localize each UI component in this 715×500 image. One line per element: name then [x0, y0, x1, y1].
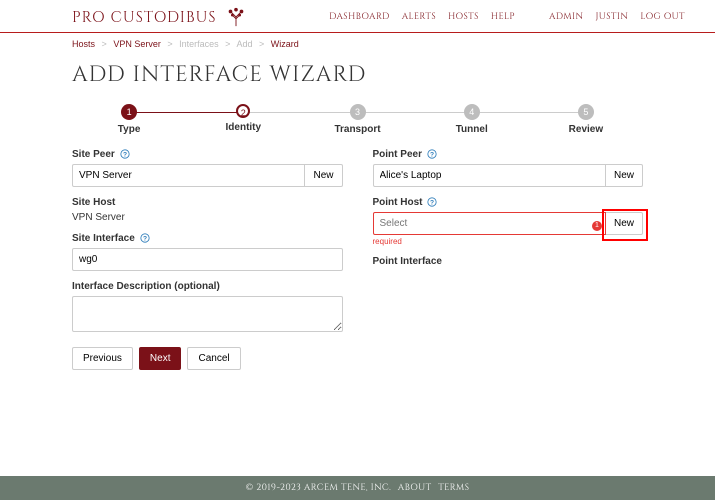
svg-text:?: ? [143, 236, 147, 243]
point-peer-new-button[interactable]: New [606, 164, 643, 187]
step-review[interactable]: 5 Review [529, 104, 643, 135]
point-host-label: Point Host ? [373, 197, 644, 208]
left-column: Site Peer ? New Site Host VPN Server Sit… [72, 149, 343, 370]
bc-interfaces: Interfaces [179, 39, 219, 49]
nav-user[interactable]: JUSTIN [595, 11, 628, 23]
breadcrumb: Hosts > VPN Server > Interfaces > Add > … [0, 33, 715, 49]
site-interface-label: Site Interface ? [72, 233, 343, 244]
svg-text:?: ? [430, 152, 434, 159]
nav-dashboard[interactable]: DASHBOARD [329, 11, 390, 23]
svg-text:?: ? [123, 152, 127, 159]
bc-add: Add [236, 39, 252, 49]
right-column: Point Peer ? New Point Host ? New requir… [373, 149, 644, 370]
bc-hosts[interactable]: Hosts [72, 39, 95, 49]
point-interface-label: Point Interface [373, 256, 644, 267]
step-transport[interactable]: 3 Transport [300, 104, 414, 135]
wizard-steps: 1 Type 2 Identity 3 Transport 4 Tunnel 5… [72, 104, 643, 135]
site-interface-input[interactable] [72, 248, 343, 271]
site-host-label: Site Host [72, 197, 343, 208]
help-icon[interactable]: ? [427, 197, 437, 207]
point-host-error: required [373, 237, 644, 246]
site-host-value: VPN Server [72, 212, 343, 223]
step-identity[interactable]: 2 Identity [186, 104, 300, 133]
help-icon[interactable]: ? [120, 149, 130, 159]
nav-admin[interactable]: ADMIN [549, 11, 584, 23]
nav-logout[interactable]: LOG OUT [640, 11, 685, 23]
brand[interactable]: PRO CUSTODIBUS [72, 6, 247, 28]
top-nav: DASHBOARD ALERTS HOSTS HELP ADMIN JUSTIN… [329, 11, 685, 23]
footer: © 2019-2023 ARCEM TENE, INC. ABOUT TERMS [0, 476, 715, 500]
step-type[interactable]: 1 Type [72, 104, 186, 135]
page-title: ADD INTERFACE WIZARD [72, 61, 643, 90]
cancel-button[interactable]: Cancel [187, 347, 240, 370]
nav-alerts[interactable]: ALERTS [402, 11, 436, 23]
step-tunnel[interactable]: 4 Tunnel [415, 104, 529, 135]
site-peer-label: Site Peer ? [72, 149, 343, 160]
previous-button[interactable]: Previous [72, 347, 133, 370]
help-icon[interactable]: ? [427, 149, 437, 159]
footer-about[interactable]: ABOUT [398, 482, 432, 494]
nav-hosts[interactable]: HOSTS [448, 11, 479, 23]
site-peer-input[interactable] [72, 164, 305, 187]
tree-icon [225, 6, 247, 28]
brand-text: PRO CUSTODIBUS [72, 7, 217, 28]
footer-copyright: © 2019-2023 ARCEM TENE, INC. [246, 482, 392, 494]
site-peer-new-button[interactable]: New [305, 164, 342, 187]
bc-wizard: Wizard [271, 39, 299, 49]
svg-text:?: ? [430, 200, 434, 207]
bc-vpn-server[interactable]: VPN Server [113, 39, 161, 49]
interface-desc-label: Interface Description (optional) [72, 281, 343, 292]
nav-help[interactable]: HELP [491, 11, 515, 23]
main-content: ADD INTERFACE WIZARD 1 Type 2 Identity 3… [0, 49, 715, 390]
footer-terms[interactable]: TERMS [438, 482, 469, 494]
point-host-input[interactable] [373, 212, 606, 235]
next-button[interactable]: Next [139, 347, 182, 370]
point-peer-label: Point Peer ? [373, 149, 644, 160]
interface-desc-textarea[interactable] [72, 296, 343, 332]
point-peer-input[interactable] [373, 164, 606, 187]
header: PRO CUSTODIBUS DASHBOARD ALERTS HOSTS HE… [0, 0, 715, 33]
point-host-new-button[interactable]: New [606, 212, 643, 235]
help-icon[interactable]: ? [140, 233, 150, 243]
